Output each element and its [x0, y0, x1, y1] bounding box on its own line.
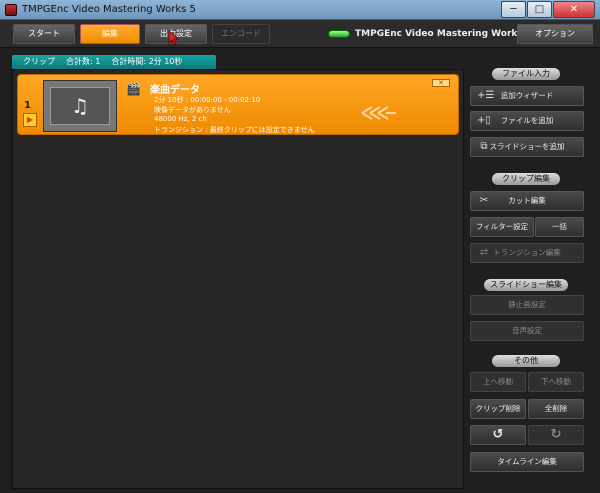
mouse-cursor-icon: [168, 30, 180, 46]
title-bar: TMPGEnc Video Mastering Works 5 ─ □ ✕: [0, 0, 600, 20]
audio-settings-button[interactable]: 音声設定: [470, 321, 584, 341]
add-slideshow-button[interactable]: ⧉ スライドショーを追加: [470, 137, 584, 157]
slideshow-edit-header: スライドショー編集: [484, 279, 568, 291]
add-wizard-icon: +☰: [477, 90, 495, 101]
clip-thumbnail: ♫: [43, 80, 117, 132]
clip-remove-icon[interactable]: ✕: [432, 79, 450, 87]
options-button[interactable]: オプション: [517, 24, 593, 44]
brand-label: TMPGEnc Video Mastering Works 5: [328, 26, 532, 42]
add-file-icon: +▯: [477, 115, 491, 126]
clip-title: 楽曲データ: [150, 85, 200, 96]
brand-name: TMPGEnc Video Mastering Works 5: [355, 29, 533, 39]
move-up-button[interactable]: 上へ移動: [470, 372, 526, 392]
filter-settings-button[interactable]: フィルター設定: [470, 217, 534, 237]
total-time: 合計時間: 2分 10秒: [111, 57, 183, 66]
main-toolbar: スタート 編集 出力設定 エンコード TMPGEnc Video Masteri…: [0, 20, 600, 48]
total-count: 合計数: 1: [66, 57, 101, 66]
add-file-button[interactable]: +▯ ファイルを追加: [470, 111, 584, 131]
clip-number: 1: [24, 100, 31, 111]
edit-tab-button[interactable]: 編集: [80, 24, 140, 44]
clip-list[interactable]: 1 ▶ ♫ 🎬 楽曲データ 2分 10秒 : 00:00:00 - 00:02:…: [12, 69, 464, 489]
timeline-edit-button[interactable]: タイムライン編集: [470, 452, 584, 472]
cut-edit-button[interactable]: ✂ カット編集: [470, 191, 584, 211]
clip-transition-info: トランジション : 最終クリップには設定できません: [154, 126, 315, 134]
clip-duration: 2分 10秒 : 00:00:00 - 00:02:10: [154, 96, 261, 104]
file-input-header: ファイル入力: [492, 68, 560, 80]
play-button[interactable]: ▶: [23, 113, 37, 127]
add-slideshow-label: スライドショーを追加: [489, 142, 565, 151]
start-tab-button[interactable]: スタート: [13, 24, 75, 44]
clip-video-info: 映像データがありません: [154, 106, 231, 114]
cut-edit-label: カット編集: [508, 196, 546, 205]
clip-label: クリップ: [23, 57, 55, 66]
delete-all-button[interactable]: 全削除: [528, 399, 584, 419]
scissors-icon: ✂: [479, 195, 489, 206]
clip-delete-button[interactable]: クリップ削除: [470, 399, 526, 419]
app-icon: [5, 4, 17, 16]
undo-icon: ↺: [492, 427, 504, 442]
close-button[interactable]: ✕: [553, 1, 595, 18]
redo-button[interactable]: ↻: [528, 425, 584, 445]
undo-button[interactable]: ↺: [470, 425, 526, 445]
redo-icon: ↻: [550, 427, 562, 442]
add-file-label: ファイルを追加: [500, 116, 554, 125]
add-wizard-label: 追加ウィザード: [500, 91, 554, 100]
clip-status-bar: クリップ 合計数: 1 合計時間: 2分 10秒: [12, 55, 216, 69]
transition-icon: ⇄: [479, 247, 489, 258]
transition-edit-button[interactable]: ⇄ トランジション編集: [470, 243, 584, 263]
music-note-icon: ♫: [50, 87, 110, 125]
add-wizard-button[interactable]: +☰ 追加ウィザード: [470, 86, 584, 106]
minimize-button[interactable]: ─: [501, 1, 526, 18]
move-down-button[interactable]: 下へ移動: [528, 372, 584, 392]
clip-item[interactable]: 1 ▶ ♫ 🎬 楽曲データ 2分 10秒 : 00:00:00 - 00:02:…: [17, 74, 459, 135]
clip-audio-info: 48000 Hz, 2 ch: [154, 115, 207, 123]
window-title: TMPGEnc Video Mastering Works 5: [22, 4, 196, 15]
still-settings-button[interactable]: 静止画設定: [470, 295, 584, 315]
batch-button[interactable]: 一括: [535, 217, 584, 237]
window-controls: ─ □ ✕: [500, 1, 595, 18]
other-header: その他: [492, 355, 560, 367]
clip-edit-header: クリップ編集: [492, 173, 560, 185]
transition-edit-label: トランジション編集: [493, 248, 561, 257]
encode-tab-button[interactable]: エンコード: [212, 24, 270, 44]
slideshow-icon: ⧉: [480, 141, 488, 152]
status-led-icon: [328, 30, 350, 38]
transition-arrow-icon: [360, 105, 398, 121]
clapperboard-icon: 🎬: [126, 82, 141, 96]
maximize-button[interactable]: □: [527, 1, 552, 18]
